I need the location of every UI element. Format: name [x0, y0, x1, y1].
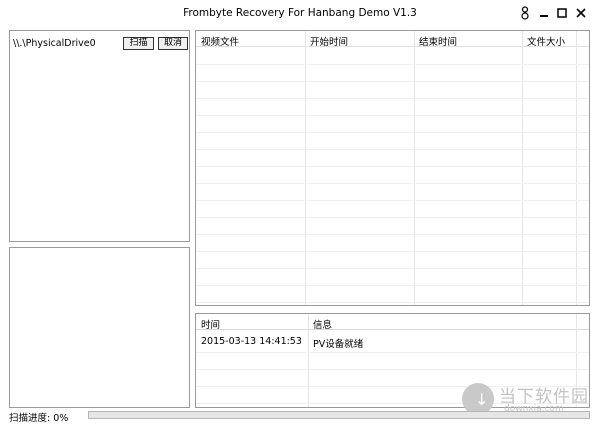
maximize-button[interactable]	[555, 6, 569, 20]
log-time: 2015-03-13 14:41:53	[201, 336, 302, 347]
column-header-file-size[interactable]: 文件大小	[527, 34, 565, 48]
row-line	[196, 251, 589, 252]
log-message: PV设备就绪	[313, 339, 364, 350]
row-line	[196, 64, 589, 65]
scan-progress-bar	[88, 411, 590, 419]
video-table-header: 视频文件 开始时间 结束时间 文件大小	[196, 31, 589, 48]
row-line	[196, 217, 589, 218]
column-divider	[576, 31, 577, 305]
row-line	[196, 200, 589, 201]
column-divider	[414, 31, 415, 305]
column-divider	[305, 31, 306, 305]
column-header-end-time[interactable]: 结束时间	[419, 34, 457, 48]
title-bar: Frombyte Recovery For Hanbang Demo V1.3	[0, 0, 600, 28]
video-file-table[interactable]: 视频文件 开始时间 结束时间 文件大小	[195, 30, 590, 306]
row-line	[196, 149, 589, 150]
drive-list-panel: \\.\PhysicalDrive0 扫描 取消	[9, 30, 190, 242]
row-line	[196, 234, 589, 235]
column-divider	[308, 314, 309, 407]
column-header-video-file[interactable]: 视频文件	[201, 34, 239, 48]
key-icon[interactable]	[518, 6, 532, 20]
row-line	[196, 115, 589, 116]
row-line	[196, 285, 589, 286]
column-header-time[interactable]: 时间	[201, 317, 220, 331]
detail-panel	[9, 247, 190, 408]
minimize-button[interactable]	[537, 6, 551, 20]
column-header-info[interactable]: 信息	[313, 317, 332, 331]
drive-label[interactable]: \\.\PhysicalDrive0	[13, 38, 96, 49]
cancel-button[interactable]: 取消	[158, 37, 188, 50]
column-divider	[522, 31, 523, 305]
row-line	[196, 98, 589, 99]
close-button[interactable]	[574, 6, 588, 20]
row-line	[196, 183, 589, 184]
column-header-start-time[interactable]: 开始时间	[310, 34, 348, 48]
row-line	[196, 166, 589, 167]
row-line	[196, 352, 589, 353]
row-line	[196, 302, 589, 303]
row-line	[196, 268, 589, 269]
row-line	[196, 81, 589, 82]
drive-item[interactable]: \\.\PhysicalDrive0	[13, 38, 96, 49]
row-line	[196, 132, 589, 133]
window-title: Frombyte Recovery For Hanbang Demo V1.3	[183, 7, 417, 19]
row-line	[196, 369, 589, 370]
scan-progress-label: 扫描进度: 0%	[9, 413, 69, 424]
log-table-header: 时间 信息	[196, 314, 589, 331]
scan-button[interactable]: 扫描	[123, 37, 154, 50]
